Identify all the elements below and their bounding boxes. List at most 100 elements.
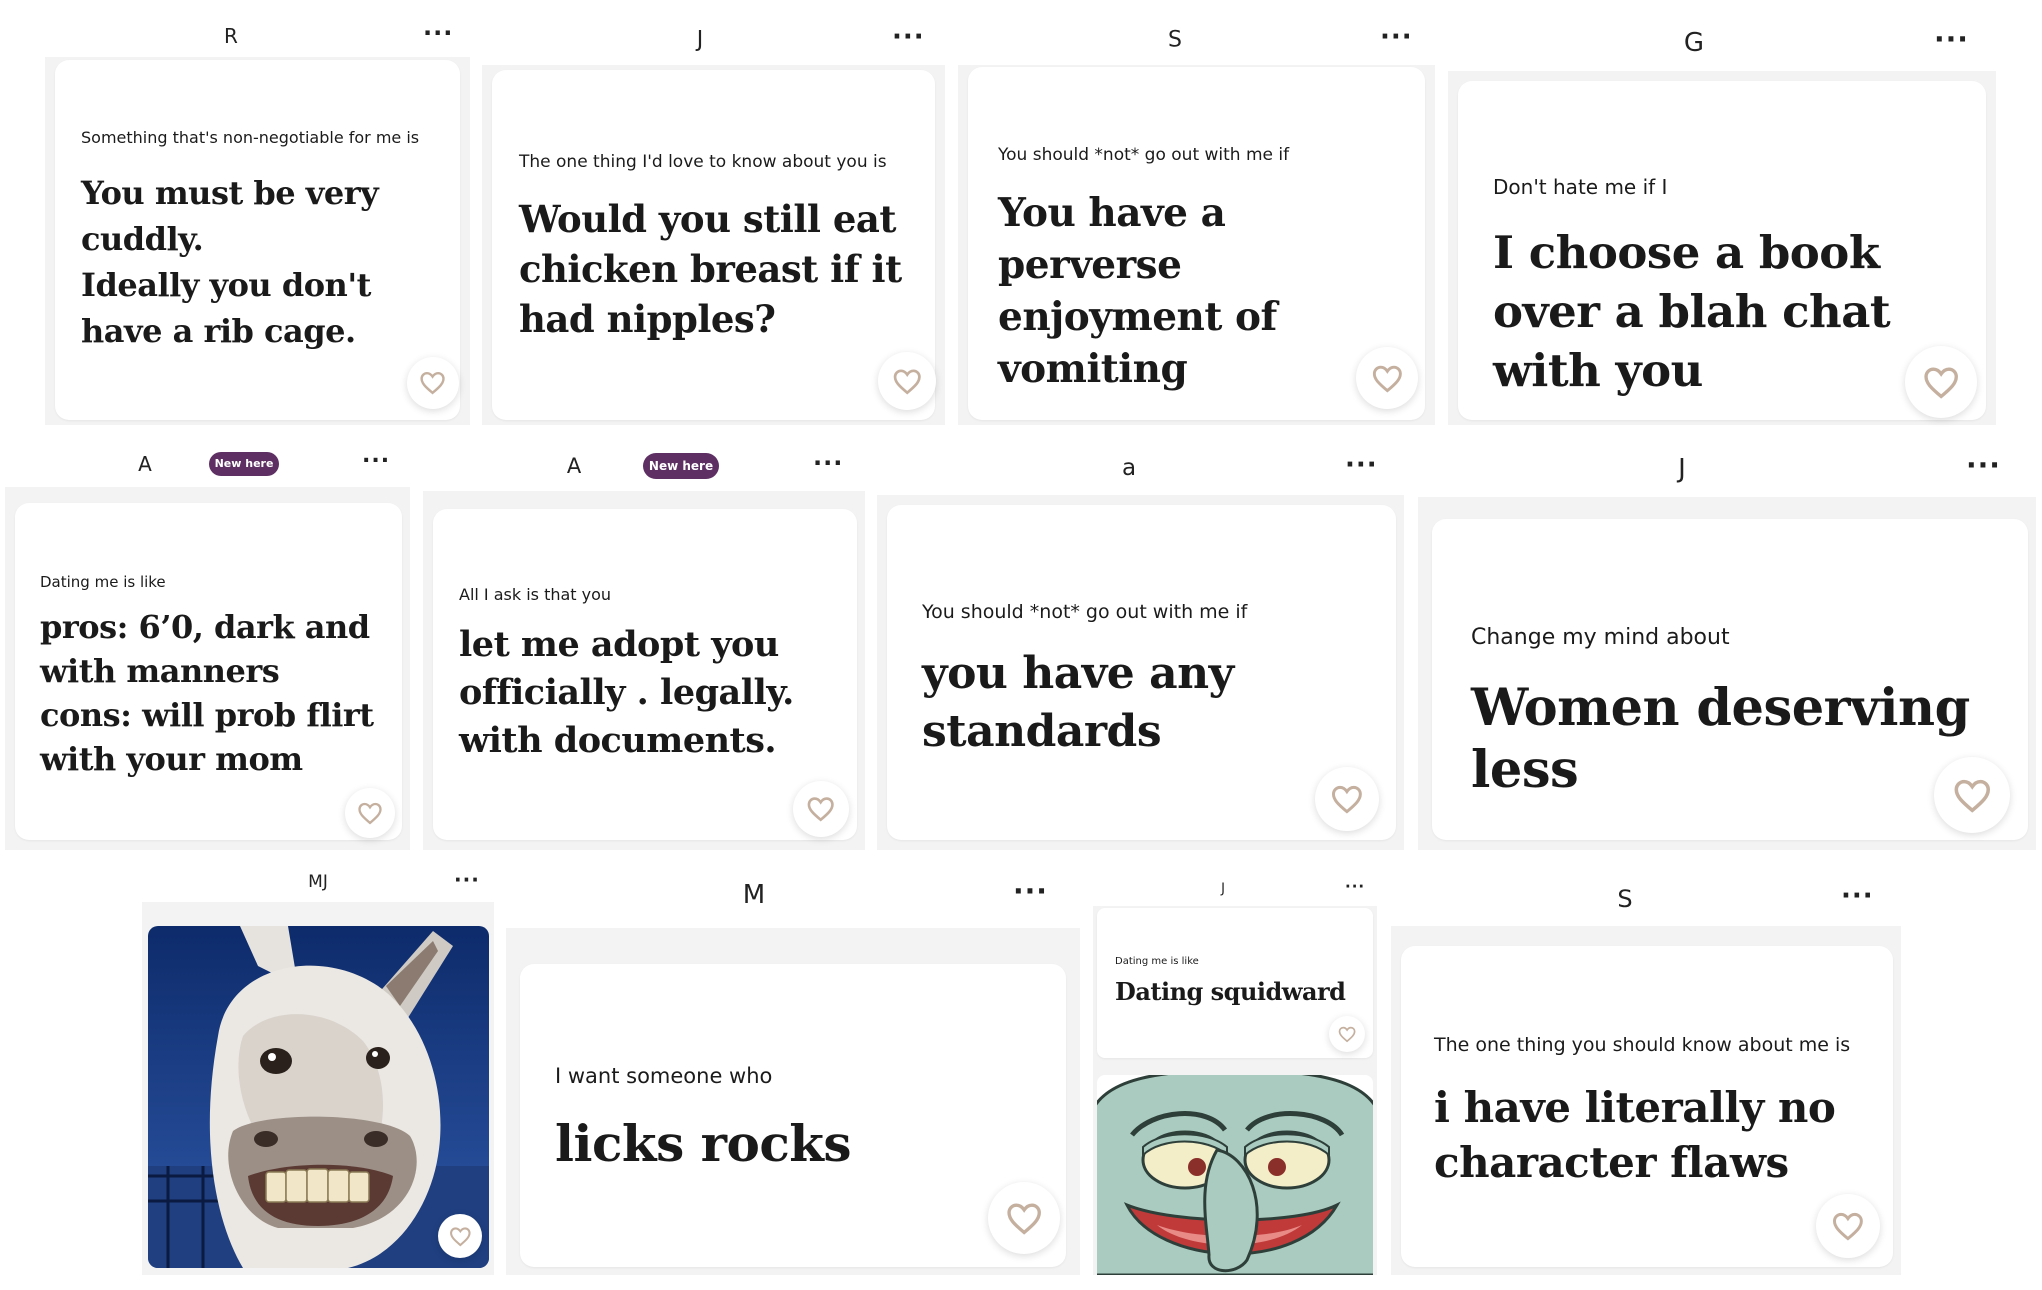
profile-header: A New here ··· <box>423 440 865 491</box>
prompt-card: Dating me is like pros: 6’0, dark and wi… <box>15 503 402 840</box>
prompt-question: The one thing you should know about me i… <box>1434 1034 1851 1056</box>
profile-header: S ··· <box>958 15 1435 65</box>
more-options-dots-icon[interactable]: ··· <box>1013 877 1048 906</box>
profile-header: J ··· <box>482 15 945 65</box>
profile-header: S ··· <box>1391 872 1901 926</box>
prompt-question: You should *not* go out with me if <box>998 145 1290 165</box>
profile-panel-s: S ··· You should *not* go out with me if… <box>958 15 1435 425</box>
profile-header: J ··· <box>1418 440 2036 497</box>
profile-panel-a: A New here ··· Dating me is like pros: 6… <box>5 440 410 850</box>
like-button[interactable] <box>438 1214 482 1258</box>
profile-panel-r: R ··· Something that's non-negotiable fo… <box>45 15 470 425</box>
prompt-question: All I ask is that you <box>459 585 612 604</box>
profile-header: M ··· <box>506 862 1080 928</box>
new-here-badge: New here <box>643 452 719 479</box>
new-here-badge: New here <box>209 451 279 476</box>
heart-icon <box>358 802 382 825</box>
profile-header: R ··· <box>45 15 470 57</box>
more-options-dots-icon[interactable]: ··· <box>1345 451 1378 477</box>
like-button[interactable] <box>1356 347 1418 409</box>
like-button[interactable] <box>1315 767 1379 831</box>
profile-name[interactable]: S <box>1168 28 1182 53</box>
profile-name[interactable]: J <box>697 28 704 53</box>
like-button[interactable] <box>407 357 459 409</box>
profile-header: MJ ··· <box>142 862 494 902</box>
profile-header: J ··· <box>1093 872 1377 906</box>
more-options-dots-icon[interactable]: ··· <box>1934 25 1969 54</box>
more-options-dots-icon[interactable]: ··· <box>454 870 480 890</box>
more-options-dots-icon[interactable]: ··· <box>423 21 453 45</box>
prompt-answer: let me adopt you officially . legally. w… <box>459 624 794 761</box>
profile-panel-j-3: J ··· Dating me is like Dating squidward <box>1093 872 1377 1275</box>
profile-panel-j-2: J ··· Change my mind about Women deservi… <box>1418 440 2036 850</box>
profile-panel-a-lower: a ··· You should *not* go out with me if… <box>877 440 1404 850</box>
profile-name[interactable]: a <box>1122 455 1136 481</box>
profile-panel-m: M ··· I want someone who licks rocks <box>506 862 1080 1275</box>
profile-name[interactable]: A <box>567 454 581 478</box>
profile-panel-j: J ··· The one thing I'd love to know abo… <box>482 15 945 425</box>
like-button[interactable] <box>988 1182 1060 1254</box>
heart-icon <box>1954 779 1990 813</box>
profile-name[interactable]: M <box>743 880 765 910</box>
prompt-card: You should *not* go out with me if You h… <box>968 67 1425 420</box>
prompt-card: The one thing I'd love to know about you… <box>492 70 936 420</box>
prompt-question: Dating me is like <box>40 573 166 591</box>
heart-icon <box>1372 365 1402 393</box>
prompt-question: The one thing I'd love to know about you… <box>519 152 887 172</box>
like-button[interactable] <box>1905 346 1977 418</box>
like-button[interactable] <box>345 788 395 838</box>
more-options-dots-icon[interactable]: ··· <box>1345 879 1365 895</box>
prompt-answer: You have a perverse enjoyment of vomitin… <box>998 190 1277 392</box>
heart-icon <box>807 797 835 822</box>
heart-icon <box>1833 1213 1863 1241</box>
prompt-answer: i have literally no character flaws <box>1434 1083 1836 1187</box>
heart-icon <box>1332 786 1362 814</box>
profile-name[interactable]: G <box>1684 28 1704 58</box>
more-options-dots-icon[interactable]: ··· <box>892 24 925 50</box>
more-options-dots-icon[interactable]: ··· <box>362 449 390 472</box>
profile-name[interactable]: R <box>224 24 238 48</box>
heart-icon <box>893 369 921 395</box>
profile-name[interactable]: J <box>1678 454 1686 484</box>
prompt-answer: Would you still eat chicken breast if it… <box>519 197 902 341</box>
prompt-card: All I ask is that you let me adopt you o… <box>433 509 857 840</box>
like-button[interactable] <box>1329 1016 1365 1052</box>
prompt-card: The one thing you should know about me i… <box>1401 946 1893 1267</box>
profile-name[interactable]: S <box>1617 885 1632 913</box>
profile-panel-mj: MJ ··· <box>142 862 494 1275</box>
heart-icon <box>449 1227 471 1247</box>
profile-header: a ··· <box>877 440 1404 495</box>
prompt-question: You should *not* go out with me if <box>922 601 1248 623</box>
prompt-question: I want someone who <box>555 1064 773 1088</box>
heart-icon <box>1338 1026 1356 1043</box>
profile-header: A New here ··· <box>5 440 410 487</box>
like-button[interactable] <box>1816 1194 1880 1258</box>
like-button[interactable] <box>1934 757 2010 833</box>
donkey-illustration <box>148 926 489 1268</box>
like-button[interactable] <box>793 781 849 837</box>
smiling-donkey-photo <box>148 926 489 1268</box>
more-options-dots-icon[interactable]: ··· <box>1966 451 2001 479</box>
profile-panel-a-2: A New here ··· All I ask is that you let… <box>423 440 865 850</box>
like-button[interactable] <box>878 352 936 410</box>
more-options-dots-icon[interactable]: ··· <box>1841 883 1874 909</box>
profile-panel-g: G ··· Don't hate me if I I choose a book… <box>1448 15 1996 425</box>
profile-name[interactable]: J <box>1221 882 1225 897</box>
heart-icon <box>420 372 446 395</box>
prompt-question: Something that's non-negotiable for me i… <box>81 128 420 147</box>
prompt-card: Change my mind about Women deserving les… <box>1432 519 2028 840</box>
profile-name[interactable]: A <box>138 452 152 476</box>
prompt-answer: you have any standards <box>922 648 1234 757</box>
profile-header: G ··· <box>1448 15 1996 71</box>
profile-panel-s-2: S ··· The one thing you should know abou… <box>1391 872 1901 1275</box>
more-options-dots-icon[interactable]: ··· <box>813 451 843 475</box>
more-options-dots-icon[interactable]: ··· <box>1380 24 1413 50</box>
heart-icon <box>1924 367 1958 399</box>
prompt-answer: You must be very cuddly. Ideally you don… <box>81 174 379 350</box>
squidward-face-photo <box>1097 1075 1373 1275</box>
prompt-card: Something that's non-negotiable for me i… <box>55 60 460 420</box>
profile-name[interactable]: MJ <box>308 872 328 892</box>
prompt-answer: licks rocks <box>555 1114 852 1173</box>
heart-icon <box>1007 1203 1041 1235</box>
prompt-card: You should *not* go out with me if you h… <box>887 505 1396 840</box>
